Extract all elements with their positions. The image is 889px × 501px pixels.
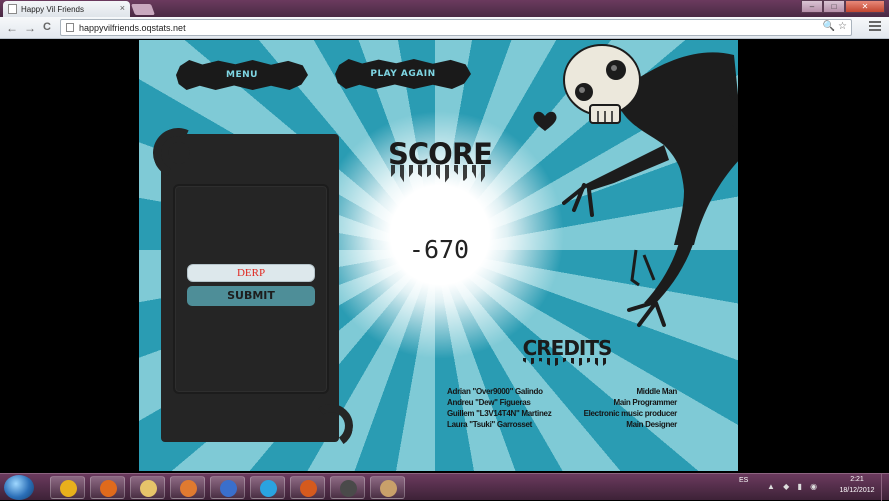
submit-button[interactable]: SUBMIT [187,286,315,306]
back-arrow-icon[interactable]: ← [6,21,18,35]
settings-menu-icon[interactable] [869,21,881,33]
taskbar-app-button[interactable] [130,476,165,499]
window-controls: – □ ✕ [801,0,885,14]
chrome-icon [60,480,77,497]
credit-role: Main Designer [626,420,677,429]
heart-icon [533,111,557,131]
browser-tab-strip: Happy Vil Friends × – □ ✕ [0,0,889,17]
input-language-indicator[interactable]: ES [739,477,748,484]
credit-role: Middle Man [636,387,677,396]
clock-time[interactable]: 2:21 [837,476,877,483]
messenger-icon [220,480,237,497]
taskbar-app-button[interactable] [210,476,245,499]
browser-toolbar: ← → C happyvilfriends.oqstats.net 🔍 ☆ [0,17,889,39]
steam-icon [340,480,357,497]
firefox-icon [100,480,117,497]
credit-name: Andreu "Dew" Figueras [447,398,531,407]
credit-row: Guillem "L3V14T4N" Martinez Electronic m… [447,409,677,420]
panel-curl-decoration [305,400,357,452]
taskbar-app-button[interactable] [290,476,325,499]
start-button[interactable] [4,475,34,500]
credit-name: Adrian "Over9000" Galindo [447,387,543,396]
credit-row: Adrian "Over9000" Galindo Middle Man [447,387,677,398]
credit-role: Electronic music producer [583,409,678,418]
credit-row: Laura "Tsuki" Garrosset Main Designer [447,420,677,431]
taskbar-app-button[interactable] [50,476,85,499]
browser-tab[interactable]: Happy Vil Friends × [3,1,130,17]
url-text: happyvilfriends.oqstats.net [79,23,186,33]
minimize-button[interactable]: – [801,0,823,13]
paint-icon [380,480,397,497]
explorer-icon [140,480,157,497]
maximize-button[interactable]: □ [823,0,845,13]
new-tab-button[interactable] [130,4,156,15]
player-name-input[interactable]: DERP [187,264,315,282]
taskbar-app-button[interactable] [330,476,365,499]
play-again-button[interactable]: PLAY AGAIN [335,59,471,89]
credit-name: Laura "Tsuki" Garrosset [447,420,533,429]
media-player-icon [180,480,197,497]
taskbar-app-button[interactable] [250,476,285,499]
skull-creature-illustration [562,44,738,327]
tab-title: Happy Vil Friends [21,5,84,14]
show-desktop-button[interactable] [881,474,889,501]
credit-row: Andreu "Dew" Figueras Main Programmer [447,398,677,409]
game-icon [300,480,317,497]
address-bar[interactable]: happyvilfriends.oqstats.net 🔍 ☆ [60,19,852,36]
taskbar-app-button[interactable] [90,476,125,499]
credits-heading: CREDITS [522,336,613,360]
reload-icon[interactable]: C [43,21,51,33]
menu-button[interactable]: MENU [176,60,308,90]
credit-name: Guillem "L3V14T4N" Martinez [447,409,552,418]
panel-curl-decoration [168,142,190,164]
system-tray: ES ▲ ◆ ▮ ◉ 2:21 18/12/2012 [739,474,889,501]
taskbar-app-button[interactable] [370,476,405,499]
score-value: -670 [408,235,470,264]
credits-drip-decoration [523,358,609,368]
forward-arrow-icon[interactable]: → [24,21,36,35]
skype-icon [260,480,277,497]
tray-icons[interactable]: ▲ ◆ ▮ ◉ [767,482,820,491]
name-entry-panel: DERP SUBMIT [145,120,357,452]
game-screen: MENU PLAY AGAIN DERP SUBMIT SCORE -670 C… [139,40,738,471]
close-window-button[interactable]: ✕ [845,0,885,13]
page-icon [66,23,74,32]
zoom-and-bookmark-star-icon[interactable]: 🔍 ☆ [823,21,847,32]
taskbar-app-button[interactable] [170,476,205,499]
clock-date[interactable]: 18/12/2012 [835,487,879,494]
tab-close-icon[interactable]: × [120,3,125,13]
credit-role: Main Programmer [613,398,677,407]
page-favicon-icon [8,4,17,14]
windows-taskbar: ES ▲ ◆ ▮ ◉ 2:21 18/12/2012 [0,473,889,501]
